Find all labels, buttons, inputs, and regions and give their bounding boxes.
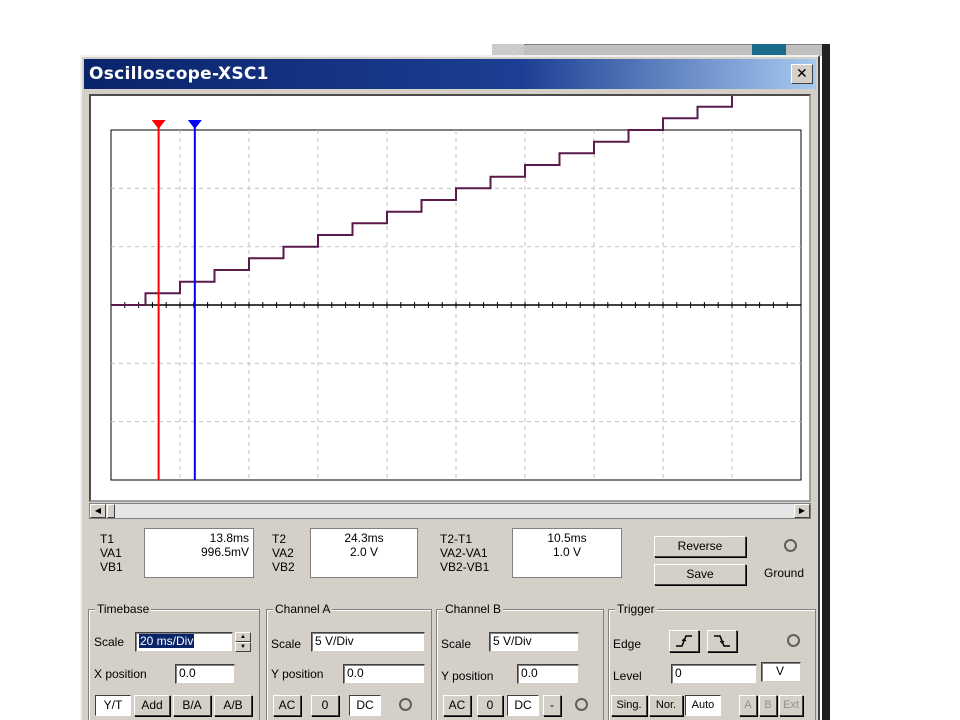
reverse-button[interactable]: Reverse bbox=[654, 536, 746, 557]
ground-terminal[interactable] bbox=[784, 539, 797, 552]
falling-edge-icon bbox=[714, 635, 730, 647]
channel-a-scale-label: Scale bbox=[271, 637, 302, 651]
channel-a-scale-field[interactable]: 5 V/Div bbox=[311, 632, 425, 652]
timebase-group: Timebase Scale 20 ms/Div ▲ ▼ X position 0… bbox=[88, 602, 260, 720]
title-bar[interactable]: Oscilloscope-XSC1 ✕ bbox=[84, 59, 816, 89]
channel-b-zero-button[interactable]: 0 bbox=[477, 695, 503, 716]
trigger-normal-button[interactable]: Nor. bbox=[649, 695, 683, 716]
x-position-field[interactable]: 0.0 bbox=[175, 664, 235, 684]
cursor-t1-marker bbox=[151, 120, 166, 129]
timebase-mode-add[interactable]: Add bbox=[134, 695, 170, 716]
channel-b-ypos-field[interactable]: 0.0 bbox=[517, 664, 579, 684]
channel-a-dc-button[interactable]: DC bbox=[349, 695, 381, 716]
close-icon: ✕ bbox=[795, 66, 809, 82]
spin-up-icon[interactable]: ▲ bbox=[235, 632, 251, 642]
save-button[interactable]: Save bbox=[654, 564, 746, 585]
scope-plot bbox=[110, 96, 802, 481]
timebase-scale-field[interactable]: 20 ms/Div bbox=[135, 632, 233, 652]
channel-b-scale-field[interactable]: 5 V/Div bbox=[489, 632, 579, 652]
readout-diff-values: 10.5ms 1.0 V bbox=[512, 528, 622, 578]
oscilloscope-window: Oscilloscope-XSC1 ✕ ◀ ▶ T1 VA1 VB1 13.8ms 9… bbox=[80, 55, 820, 720]
spin-down-icon[interactable]: ▼ bbox=[235, 642, 251, 652]
trigger-auto-button[interactable]: Auto bbox=[685, 695, 721, 716]
readout-diff-labels: T2-T1 VA2-VA1 VB2-VB1 bbox=[440, 532, 490, 574]
channel-a-ypos-label: Y position bbox=[271, 667, 324, 681]
channel-b-scale-label: Scale bbox=[441, 637, 472, 651]
horizontal-scrollbar[interactable]: ◀ ▶ bbox=[89, 503, 811, 519]
channel-b-minus-button[interactable]: - bbox=[543, 695, 561, 716]
trigger-single-button[interactable]: Sing. bbox=[611, 695, 647, 716]
falling-edge-button[interactable] bbox=[707, 630, 737, 652]
x-position-label: X position bbox=[94, 667, 147, 681]
readout-t2-labels: T2 VA2 VB2 bbox=[272, 532, 295, 574]
readout-t1-values: 13.8ms 996.5mV bbox=[144, 528, 254, 578]
channel-b-group: Channel B Scale 5 V/Div Y position 0.0 A… bbox=[436, 602, 604, 720]
trigger-ext-terminal[interactable] bbox=[787, 634, 800, 647]
trigger-source-a[interactable]: A bbox=[739, 695, 757, 716]
timebase-mode-ba[interactable]: B/A bbox=[173, 695, 211, 716]
scroll-thumb[interactable] bbox=[107, 504, 115, 518]
timebase-title: Timebase bbox=[95, 602, 152, 616]
trigger-level-unit[interactable]: V bbox=[761, 662, 801, 682]
trigger-group: Trigger Edge Level 0 V Sing. Nor. Auto A… bbox=[608, 602, 816, 720]
rising-edge-button[interactable] bbox=[669, 630, 699, 652]
timebase-scale-value: 20 ms/Div bbox=[139, 634, 195, 648]
timebase-mode-ab[interactable]: A/B bbox=[214, 695, 252, 716]
window-title: Oscilloscope-XSC1 bbox=[89, 64, 269, 84]
trigger-level-field[interactable]: 0 bbox=[671, 664, 757, 684]
background-window-edge bbox=[822, 44, 830, 720]
channel-a-title: Channel A bbox=[273, 602, 333, 616]
channel-b-ac-button[interactable]: AC bbox=[443, 695, 471, 716]
channel-a-group: Channel A Scale 5 V/Div Y position 0.0 A… bbox=[266, 602, 432, 720]
close-button[interactable]: ✕ bbox=[791, 64, 813, 84]
channel-a-ypos-field[interactable]: 0.0 bbox=[343, 664, 425, 684]
channel-b-title: Channel B bbox=[443, 602, 504, 616]
timebase-scale-label: Scale bbox=[94, 635, 125, 649]
readout-t1-labels: T1 VA1 VB1 bbox=[100, 532, 123, 574]
rising-edge-icon bbox=[676, 635, 692, 647]
scroll-right-button[interactable]: ▶ bbox=[794, 504, 810, 518]
trigger-level-label: Level bbox=[613, 669, 642, 683]
timebase-scale-spinner[interactable]: ▲ ▼ bbox=[235, 632, 251, 652]
trigger-title: Trigger bbox=[615, 602, 657, 616]
trigger-source-ext[interactable]: Ext bbox=[779, 695, 803, 716]
channel-b-terminal[interactable] bbox=[575, 698, 588, 711]
trigger-edge-label: Edge bbox=[613, 637, 642, 651]
readout-t2-values: 24.3ms 2.0 V bbox=[310, 528, 418, 578]
channel-b-dc-button[interactable]: DC bbox=[507, 695, 539, 716]
channel-b-ypos-label: Y position bbox=[441, 669, 494, 683]
scroll-left-button[interactable]: ◀ bbox=[90, 504, 106, 518]
channel-a-zero-button[interactable]: 0 bbox=[311, 695, 339, 716]
ground-label: Ground bbox=[764, 566, 805, 580]
trigger-source-b[interactable]: B bbox=[759, 695, 777, 716]
timebase-mode-yt[interactable]: Y/T bbox=[95, 695, 131, 716]
cursor-t2-marker bbox=[187, 120, 202, 129]
channel-a-terminal[interactable] bbox=[399, 698, 412, 711]
scope-display bbox=[89, 94, 811, 502]
channel-a-ac-button[interactable]: AC bbox=[273, 695, 301, 716]
